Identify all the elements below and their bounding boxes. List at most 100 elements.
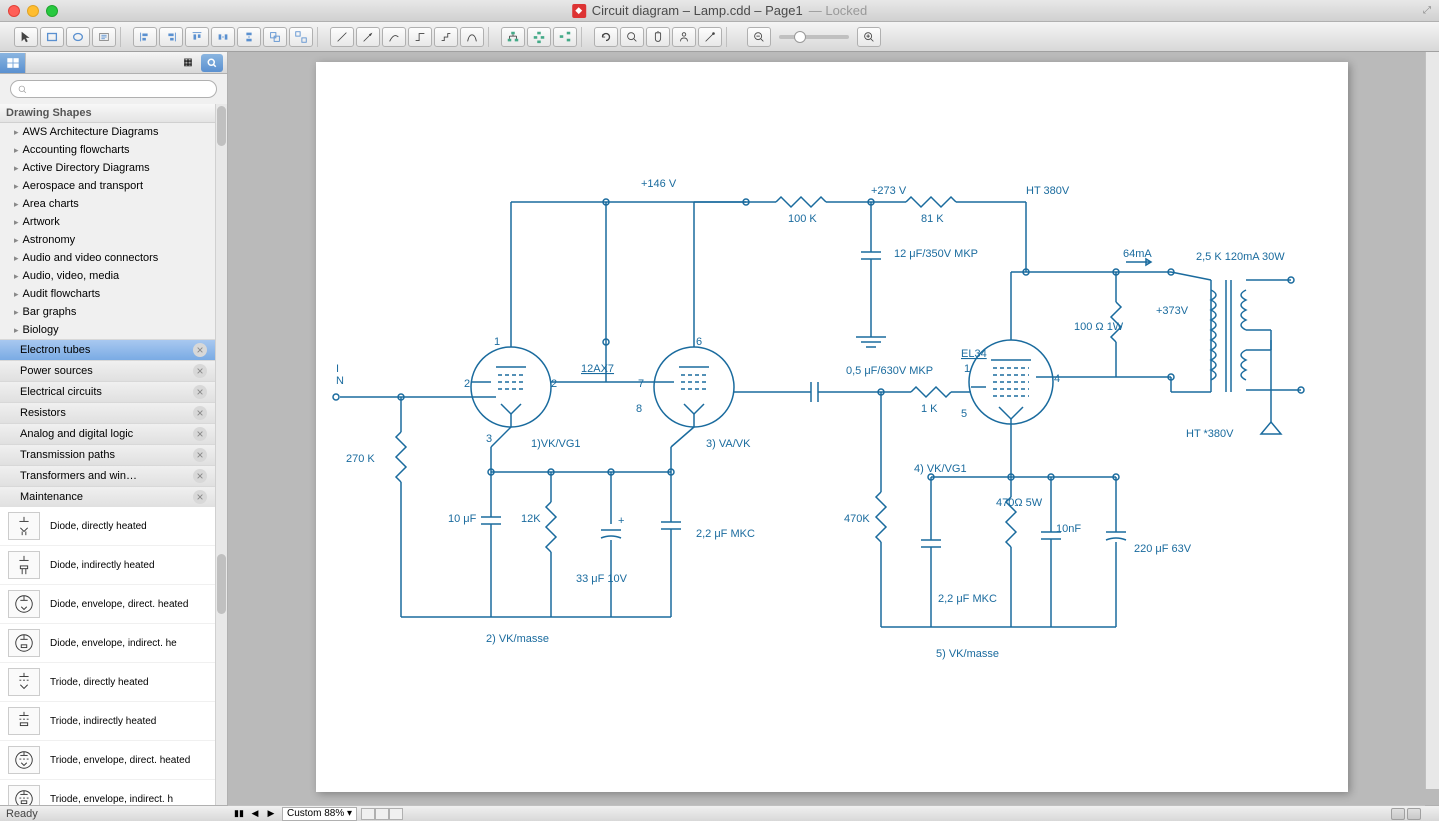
svg-text:100 K: 100 K (788, 213, 817, 225)
ellipse-tool[interactable] (66, 27, 90, 47)
svg-text:+373V: +373V (1156, 305, 1189, 317)
shape-triode-indirect[interactable]: Triode, indirectly heated (0, 702, 215, 741)
search-box[interactable] (10, 80, 217, 98)
zoom-select[interactable]: Custom 88% ▾ (282, 807, 357, 821)
category-area[interactable]: Area charts (0, 195, 215, 213)
category-artwork[interactable]: Artwork (0, 213, 215, 231)
zoom-slider[interactable] (779, 35, 849, 39)
remove-icon[interactable]: × (193, 490, 207, 504)
shape-icon (8, 668, 40, 696)
svg-text:12 μF/350V MKP: 12 μF/350V MKP (894, 248, 978, 260)
svg-text:+146 V: +146 V (641, 178, 677, 190)
vertical-scrollbar[interactable] (1425, 52, 1439, 789)
curve-tool[interactable] (382, 27, 406, 47)
pinned-electrical[interactable]: Electrical circuits× (0, 381, 215, 402)
bezier-tool[interactable] (460, 27, 484, 47)
person-tool[interactable] (672, 27, 696, 47)
ungroup-tool[interactable] (289, 27, 313, 47)
svg-text:I: I (336, 363, 339, 375)
category-audio-media[interactable]: Audio, video, media (0, 267, 215, 285)
sidebar-scrollbar[interactable] (215, 104, 227, 805)
category-audio-connectors[interactable]: Audio and video connectors (0, 249, 215, 267)
text-tool[interactable] (92, 27, 116, 47)
scrollbar-thumb[interactable] (217, 554, 226, 614)
shape-diode-direct[interactable]: Diode, directly heated (0, 507, 215, 546)
shape-triode-env-direct[interactable]: Triode, envelope, direct. heated (0, 741, 215, 780)
search-toggle[interactable] (201, 54, 223, 72)
shape-diode-env-indirect[interactable]: Diode, envelope, indirect. he (0, 624, 215, 663)
category-accounting[interactable]: Accounting flowcharts (0, 141, 215, 159)
titlebar: ◆ Circuit diagram – Lamp.cdd – Page1 — L… (0, 0, 1439, 22)
svg-text:6: 6 (696, 336, 702, 348)
svg-text:+273 V: +273 V (871, 185, 907, 197)
svg-text:8: 8 (636, 403, 642, 415)
svg-text:N: N (336, 375, 344, 387)
pinned-resistors[interactable]: Resistors× (0, 402, 215, 423)
distribute-h-tool[interactable] (211, 27, 235, 47)
zoom-out-button[interactable] (747, 27, 771, 47)
arrow-tool[interactable] (356, 27, 380, 47)
shape-diode-indirect[interactable]: Diode, indirectly heated (0, 546, 215, 585)
remove-icon[interactable]: × (193, 427, 207, 441)
smart-connector-tool[interactable] (434, 27, 458, 47)
refresh-tool[interactable] (594, 27, 618, 47)
scrollbar-thumb[interactable] (217, 106, 226, 146)
rect-tool[interactable] (40, 27, 64, 47)
pinned-transformers[interactable]: Transformers and win…× (0, 465, 215, 486)
svg-text:64mA: 64mA (1123, 248, 1152, 260)
zoom-slider-thumb[interactable] (794, 31, 806, 43)
category-aws[interactable]: AWS Architecture Diagrams (0, 123, 215, 141)
org-layout-tool[interactable] (527, 27, 551, 47)
close-window-button[interactable] (8, 5, 20, 17)
page[interactable]: I N 270 K 1 2 2 (316, 62, 1348, 792)
tree-layout-tool[interactable] (501, 27, 525, 47)
remove-icon[interactable]: × (193, 448, 207, 462)
remove-icon[interactable]: × (193, 385, 207, 399)
grid-view-toggle[interactable]: ▦ (179, 55, 197, 71)
pinned-maintenance[interactable]: Maintenance× (0, 486, 215, 507)
align-left-tool[interactable] (133, 27, 157, 47)
pinned-electron-tubes[interactable]: Electron tubes× (0, 339, 215, 360)
remove-icon[interactable]: × (193, 364, 207, 378)
pinned-analog[interactable]: Analog and digital logic× (0, 423, 215, 444)
group-tool[interactable] (263, 27, 287, 47)
pointer-tool[interactable] (14, 27, 38, 47)
shape-triode-direct[interactable]: Triode, directly heated (0, 663, 215, 702)
library-tab[interactable] (0, 53, 26, 73)
align-top-tool[interactable] (185, 27, 209, 47)
minimize-window-button[interactable] (27, 5, 39, 17)
distribute-v-tool[interactable] (237, 27, 261, 47)
category-astronomy[interactable]: Astronomy (0, 231, 215, 249)
hierarchy-layout-tool[interactable] (553, 27, 577, 47)
zoom-in-button[interactable] (857, 27, 881, 47)
nav-prev[interactable]: ◀ (248, 808, 262, 820)
shape-triode-env-indirect[interactable]: Triode, envelope, indirect. h (0, 780, 215, 805)
pinned-transmission[interactable]: Transmission paths× (0, 444, 215, 465)
svg-text:2,2 μF MKC: 2,2 μF MKC (938, 593, 997, 605)
remove-icon[interactable]: × (193, 469, 207, 483)
fullscreen-icon[interactable]: ⤢ (1423, 5, 1431, 16)
remove-icon[interactable]: × (193, 343, 207, 357)
eyedropper-tool[interactable] (698, 27, 722, 47)
wheel-icon[interactable] (1391, 808, 1405, 820)
zoom-window-button[interactable] (46, 5, 58, 17)
shape-diode-env-direct[interactable]: Diode, envelope, direct. heated (0, 585, 215, 624)
category-audit[interactable]: Audit flowcharts (0, 285, 215, 303)
view-mode-icons[interactable] (361, 808, 403, 820)
remove-icon[interactable]: × (193, 406, 207, 420)
zoom-tool[interactable] (620, 27, 644, 47)
category-ad[interactable]: Active Directory Diagrams (0, 159, 215, 177)
search-input[interactable] (32, 83, 210, 95)
connector-tool[interactable] (408, 27, 432, 47)
category-bar[interactable]: Bar graphs (0, 303, 215, 321)
nav-pause[interactable]: ▮▮ (232, 808, 246, 820)
wheel-icon[interactable] (1407, 808, 1421, 820)
nav-next[interactable]: ▶ (264, 808, 278, 820)
line-tool[interactable] (330, 27, 354, 47)
align-right-tool[interactable] (159, 27, 183, 47)
category-biology[interactable]: Biology (0, 321, 215, 339)
category-aerospace[interactable]: Aerospace and transport (0, 177, 215, 195)
pinned-power-sources[interactable]: Power sources× (0, 360, 215, 381)
pan-tool[interactable] (646, 27, 670, 47)
canvas[interactable]: I N 270 K 1 2 2 (228, 52, 1439, 805)
